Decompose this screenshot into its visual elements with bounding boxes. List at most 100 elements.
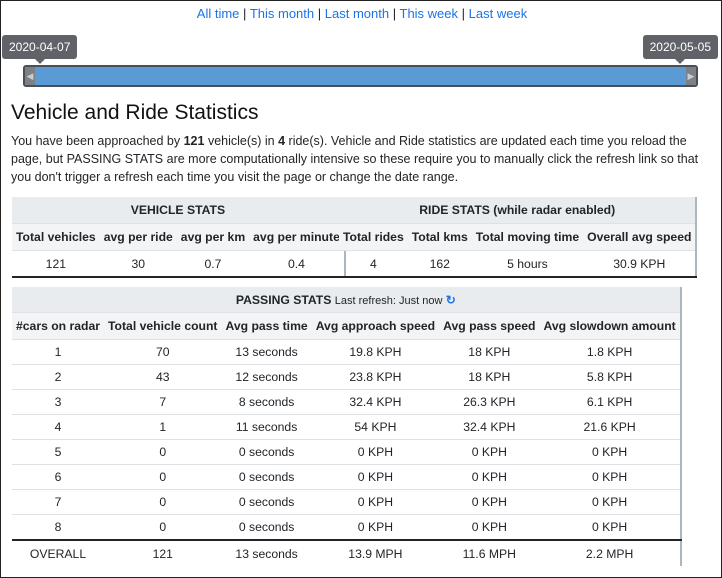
table-cell: 1.8 KPH	[539, 339, 681, 365]
overall-row: OVERALL 121 13 seconds 13.9 MPH 11.6 MPH…	[12, 539, 681, 566]
table-cell: 0	[104, 439, 222, 465]
table-cell: 13 seconds	[221, 539, 312, 566]
slider-right-handle[interactable]: ▶	[686, 67, 696, 85]
table-row: 121 30 0.7 0.4	[12, 251, 345, 278]
table-row: 600 seconds 0 KPH 0 KPH 0 KPH	[12, 464, 681, 490]
table-cell: 1	[104, 414, 222, 440]
table-row: 500 seconds 0 KPH 0 KPH 0 KPH	[12, 439, 681, 465]
table-cell: 5	[12, 439, 105, 465]
table-cell: 13.9 MPH	[311, 539, 440, 566]
table-cell: 3	[12, 389, 105, 415]
vehicle-stats-title: VEHICLE STATS	[12, 197, 345, 224]
column-header: Total vehicle count	[104, 312, 222, 340]
table-cell: 7	[12, 489, 105, 515]
intro-text: You have been approached by	[11, 134, 184, 148]
table-cell: 6	[12, 464, 105, 490]
table-cell: 0 seconds	[221, 464, 312, 490]
column-header: avg per km	[176, 223, 250, 251]
table-row: 4 162 5 hours 30.9 KPH	[339, 251, 696, 278]
table-cell: 0 KPH	[439, 514, 540, 540]
table-row: 4 1 11 seconds 54 KPH 32.4 KPH 21.6 KPH	[12, 414, 681, 440]
page-title: Vehicle and Ride Statistics	[11, 101, 259, 124]
table-cell: 0 KPH	[311, 489, 440, 515]
column-header: Total kms	[407, 223, 472, 251]
table-cell: 0 KPH	[311, 439, 440, 465]
nav-separator: |	[317, 6, 322, 21]
table-cell: 6.1 KPH	[539, 389, 681, 415]
link-last-week[interactable]: Last week	[469, 6, 528, 21]
table-cell: 11.6 MPH	[439, 539, 540, 566]
ride-stats-table: RIDE STATS (while radar enabled) Total r…	[339, 197, 698, 278]
passing-stats-title: PASSING STATS	[235, 292, 332, 307]
table-cell: 0 KPH	[539, 514, 681, 540]
link-this-month[interactable]: This month	[250, 6, 314, 21]
table-cell: 0 KPH	[311, 464, 440, 490]
column-header: Total moving time	[471, 223, 584, 251]
table-cell: 0	[104, 514, 222, 540]
table-cell: 30.9 KPH	[613, 256, 666, 271]
vehicle-count: 121	[183, 134, 205, 148]
column-header: #cars on radar	[12, 312, 105, 340]
table-row: 1 70 13 seconds 19.8 KPH 18 KPH 1.8 KPH	[12, 339, 681, 365]
table-cell: 2.2 MPH	[539, 539, 681, 566]
table-cell: 0.7	[204, 256, 222, 271]
table-cell: 43	[104, 364, 222, 390]
table-cell: 2	[12, 364, 105, 390]
table-cell: 0 KPH	[539, 489, 681, 515]
intro-paragraph: You have been approached by 121 vehicle(…	[11, 132, 716, 186]
table-cell: 11 seconds	[221, 414, 312, 440]
link-last-month[interactable]: Last month	[325, 6, 389, 21]
table-cell: 5.8 KPH	[539, 364, 681, 390]
slider-end-tooltip: 2020-05-05	[642, 35, 718, 64]
column-header: Overall avg speed	[583, 223, 697, 251]
table-cell: 12 seconds	[221, 364, 312, 390]
chevron-left-icon: ◀	[26, 71, 34, 81]
table-cell: 8	[12, 514, 105, 540]
table-cell: 0 KPH	[539, 464, 681, 490]
table-cell: 0.4	[288, 256, 305, 271]
ride-stats-title: RIDE STATS (while radar enabled)	[339, 197, 697, 224]
table-cell: 18 KPH	[439, 339, 540, 365]
table-row: 800 seconds 0 KPH 0 KPH 0 KPH	[12, 514, 681, 540]
table-cell: 18 KPH	[439, 364, 540, 390]
link-all-time[interactable]: All time	[197, 6, 240, 21]
passing-stats-table: PASSING STATS Last refresh: Just now ↻ #…	[12, 287, 682, 566]
date-range-nav: All time | This month | Last month | Thi…	[1, 6, 722, 21]
table-cell: 13 seconds	[221, 339, 312, 365]
table-cell: 32.4 KPH	[439, 414, 540, 440]
table-cell: 0 seconds	[221, 439, 312, 465]
chevron-right-icon: ▶	[687, 71, 695, 81]
table-cell: 5 hours	[507, 256, 548, 271]
table-cell: 0 KPH	[439, 489, 540, 515]
column-header: Avg pass time	[221, 312, 312, 340]
table-cell: 70	[104, 339, 222, 365]
table-cell: 54 KPH	[311, 414, 440, 440]
table-cell: 19.8 KPH	[311, 339, 440, 365]
intro-text: vehicle(s) in	[204, 134, 279, 148]
nav-separator: |	[461, 6, 466, 21]
table-row: 378 seconds 32.4 KPH 26.3 KPH 6.1 KPH	[12, 389, 681, 415]
column-header: Avg slowdown amount	[539, 312, 681, 340]
slider-start-tooltip: 2020-04-07	[2, 35, 78, 64]
table-cell: 0 KPH	[311, 514, 440, 540]
table-cell: 162	[429, 256, 450, 271]
table-cell: 21.6 KPH	[539, 414, 681, 440]
slider-left-handle[interactable]: ◀	[25, 67, 35, 85]
table-cell: 0	[104, 464, 222, 490]
nav-separator: |	[243, 6, 247, 21]
table-cell: 26.3 KPH	[439, 389, 540, 415]
table-row: 2 43 12 seconds 23.8 KPH 18 KPH 5.8 KPH	[12, 364, 681, 390]
table-cell: 32.4 KPH	[311, 389, 440, 415]
table-cell: 30	[131, 256, 146, 271]
column-header: avg per ride	[99, 223, 177, 251]
table-cell: 4	[12, 414, 105, 440]
refresh-icon[interactable]: ↻	[446, 293, 456, 307]
date-range-slider[interactable]: ◀ ▶	[23, 65, 698, 87]
table-cell: 0 KPH	[439, 464, 540, 490]
column-header: Avg pass speed	[439, 312, 540, 340]
link-this-week[interactable]: This week	[400, 6, 459, 21]
nav-separator: |	[392, 6, 397, 21]
table-cell: 0 KPH	[439, 439, 540, 465]
column-header: Total rides	[339, 223, 408, 251]
table-cell: 23.8 KPH	[311, 364, 440, 390]
